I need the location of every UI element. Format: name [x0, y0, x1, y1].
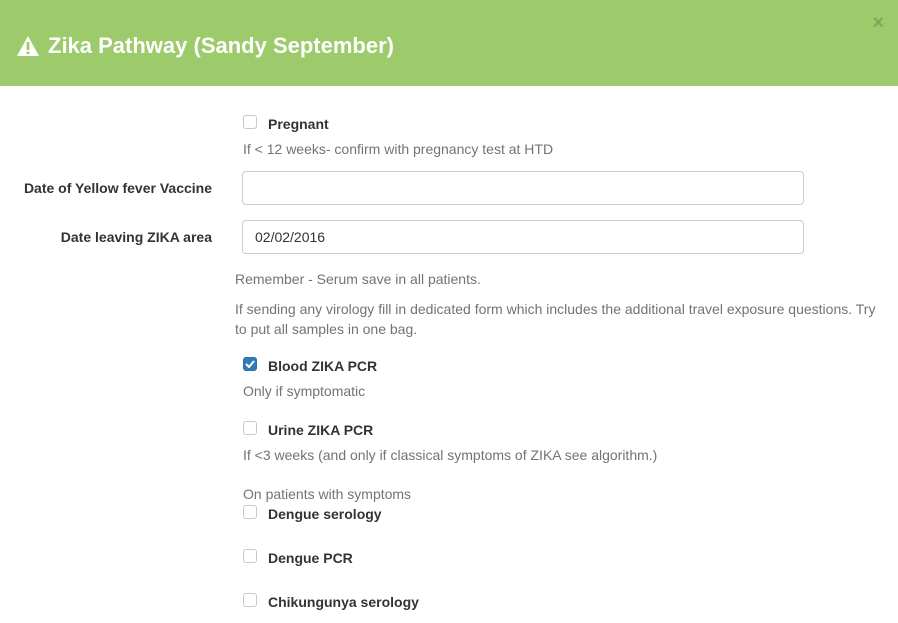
pregnant-checkbox[interactable]: [243, 115, 257, 129]
virology-note: If sending any virology fill in dedicate…: [235, 301, 876, 337]
pregnant-label: Pregnant: [268, 116, 329, 132]
blood-zika-pcr-help: Only if symptomatic: [243, 383, 366, 399]
serum-reminder: Remember - Serum save in all patients.: [235, 271, 481, 287]
yellow-fever-label: Date of Yellow fever Vaccine: [23, 180, 212, 196]
yellow-fever-date-input[interactable]: [242, 171, 804, 205]
chikungunya-serology-label: Chikungunya serology: [268, 594, 419, 610]
close-button[interactable]: ×: [872, 13, 884, 33]
symptoms-heading: On patients with symptoms: [243, 486, 412, 502]
blood-zika-pcr-label: Blood ZIKA PCR: [268, 358, 378, 374]
modal-header: Zika Pathway (Sandy September) ×: [0, 0, 898, 86]
urine-zika-pcr-label: Urine ZIKA PCR: [268, 422, 374, 438]
modal-title: Zika Pathway (Sandy September): [16, 33, 394, 59]
dengue-serology-label: Dengue serology: [268, 506, 382, 522]
date-leaving-label: Date leaving ZIKA area: [60, 229, 212, 245]
dengue-serology-checkbox[interactable]: [243, 505, 257, 519]
dengue-pcr-label: Dengue PCR: [268, 550, 353, 566]
chikungunya-serology-checkbox[interactable]: [243, 593, 257, 607]
urine-zika-pcr-help: If <3 weeks (and only if classical sympt…: [243, 447, 658, 463]
checkmark-icon: [245, 360, 255, 368]
date-leaving-input[interactable]: [242, 220, 804, 254]
blood-zika-pcr-checkbox[interactable]: [243, 357, 257, 371]
modal-title-text: Zika Pathway (Sandy September): [48, 33, 394, 58]
pregnant-help: If < 12 weeks- confirm with pregnancy te…: [243, 141, 554, 157]
urine-zika-pcr-checkbox[interactable]: [243, 421, 257, 435]
dengue-pcr-checkbox[interactable]: [243, 549, 257, 563]
warning-icon: [16, 35, 40, 57]
